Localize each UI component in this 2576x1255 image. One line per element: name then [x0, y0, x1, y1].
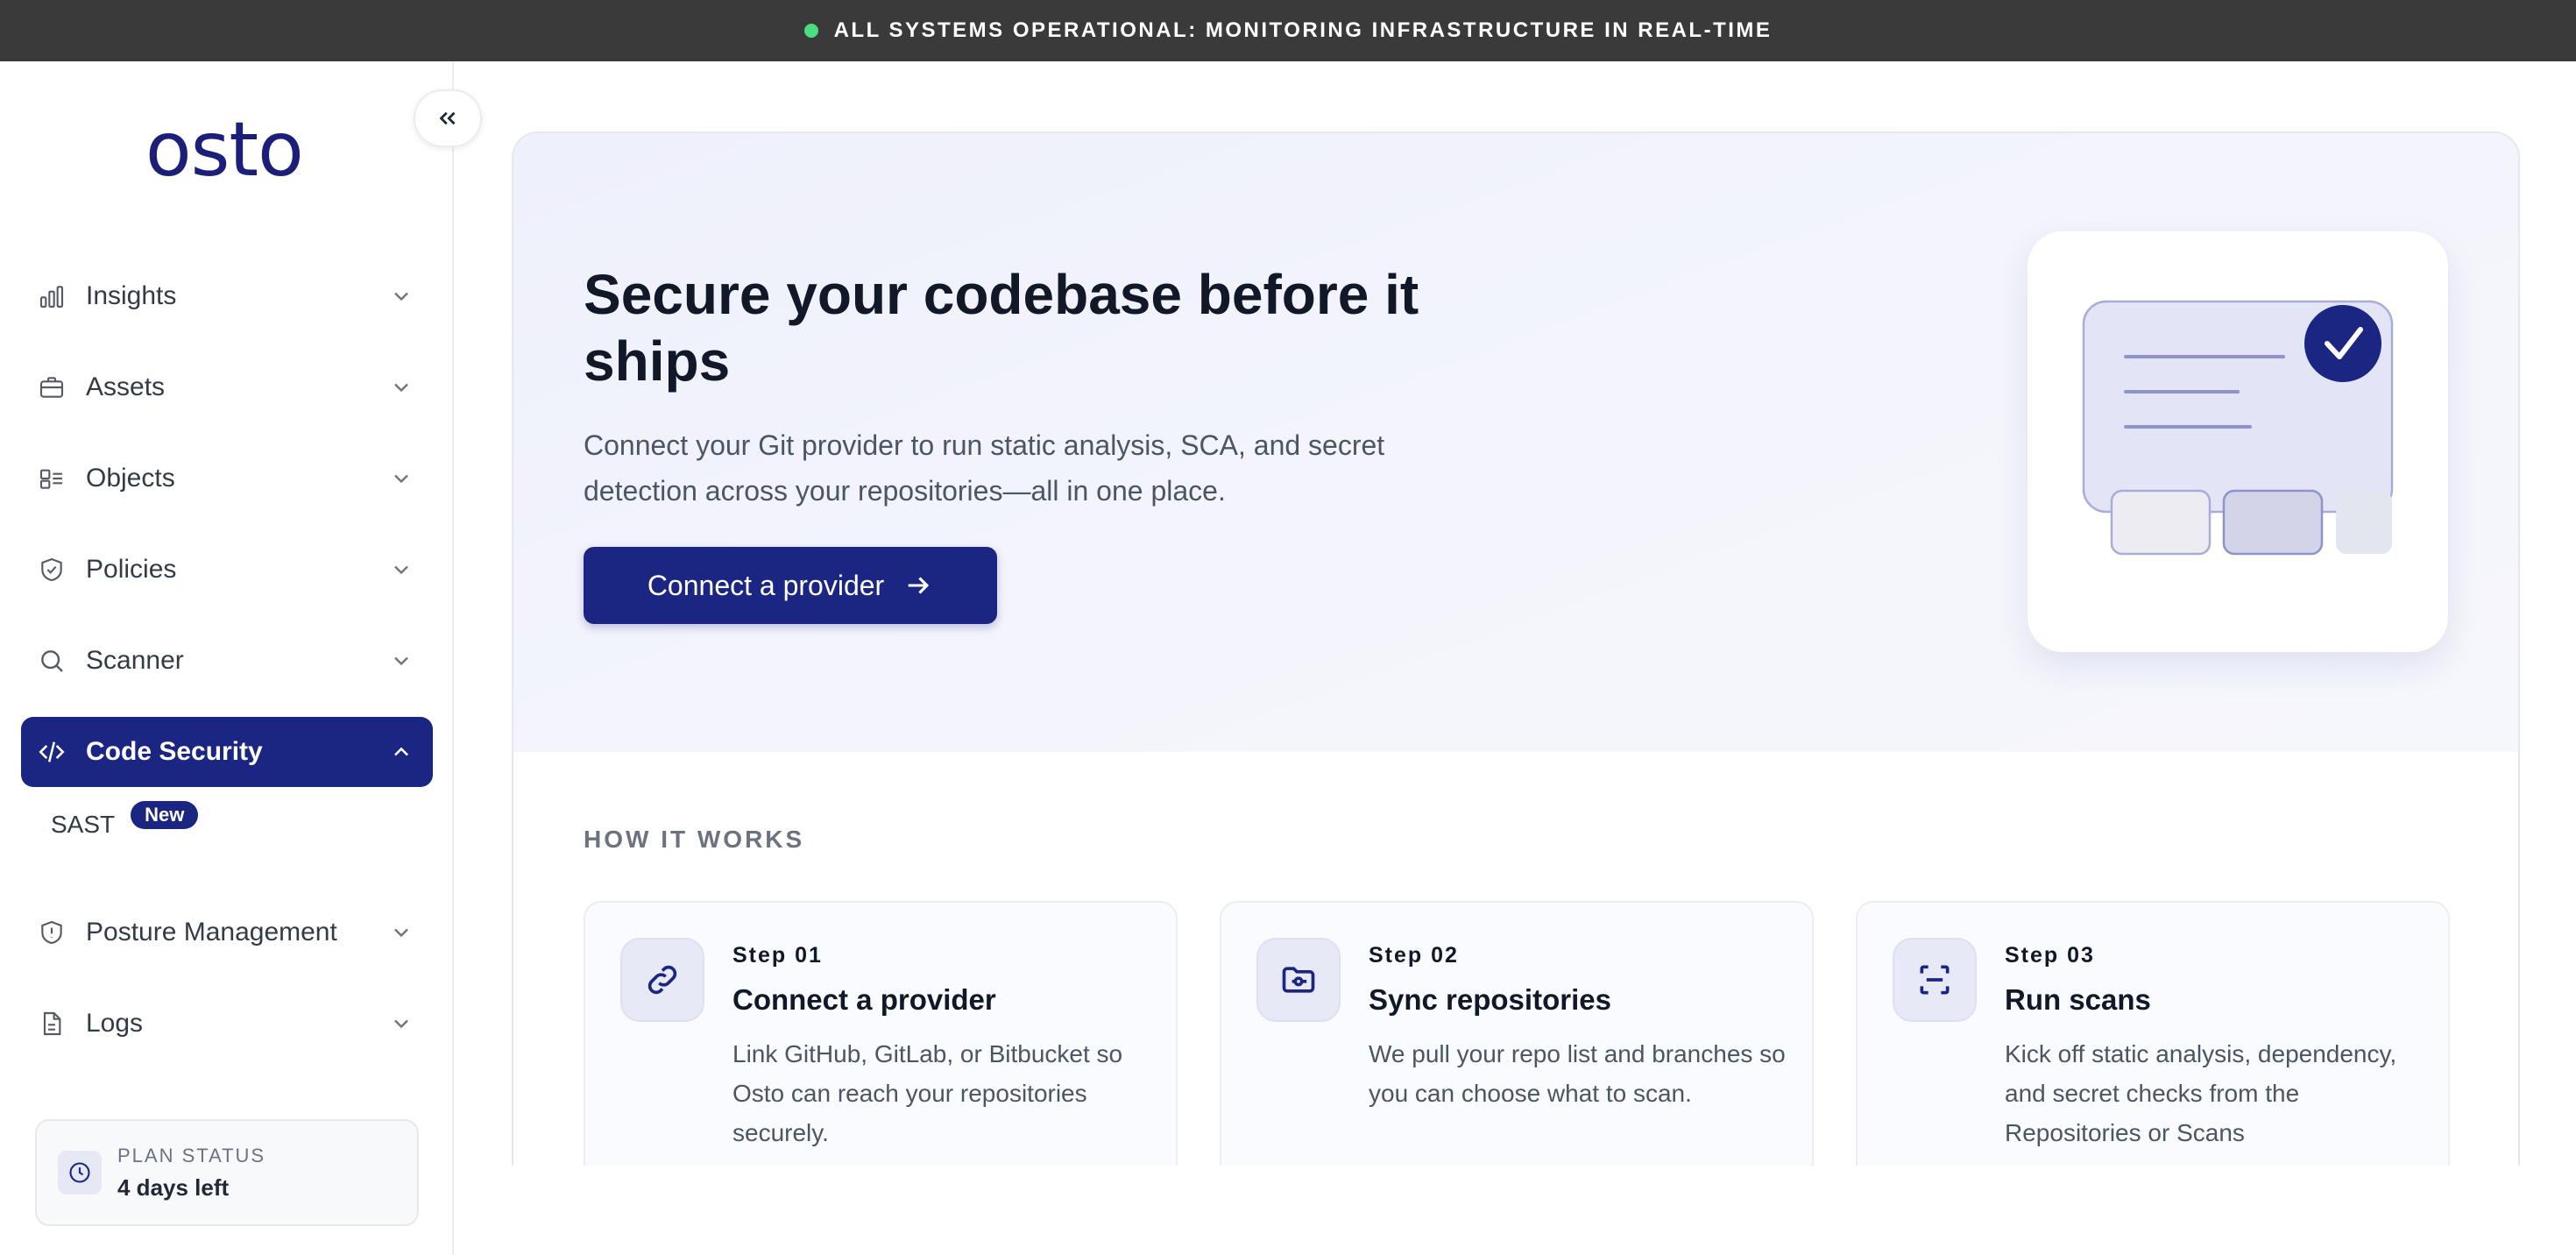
sidebar-item-label: Objects [86, 464, 175, 493]
button-label: Connect a provider [647, 569, 885, 601]
step-number: Step 03 [2005, 943, 2095, 968]
chevron-down-icon [394, 292, 408, 301]
chevrons-left-icon [439, 111, 456, 125]
plan-status-card[interactable]: PLAN STATUS 4 days left [35, 1119, 419, 1226]
sidebar-item-label: Logs [86, 1009, 144, 1038]
step-card-3: Step 03 Run scans Kick off static analys… [1856, 901, 2450, 1166]
hero-description: Connect your Git provider to run static … [584, 429, 1385, 507]
status-dot-icon [803, 24, 818, 38]
new-badge: New [131, 801, 199, 829]
sidebar-item-label: Assets [86, 372, 166, 401]
sidebar-item-posture-management[interactable]: Posture Management [21, 897, 433, 968]
sidebar: osto Insights Assets Objects Policies Sc… [0, 61, 454, 1255]
sidebar-item-policies[interactable]: Policies [21, 535, 433, 605]
arrow-right-icon [908, 577, 930, 594]
folder-icon [1256, 938, 1341, 1022]
document-check-illustration [2082, 300, 2394, 556]
collapse-sidebar-button[interactable] [414, 89, 482, 147]
how-it-works-heading: HOW IT WORKS [584, 826, 805, 853]
sidebar-item-code-security[interactable]: Code Security [21, 717, 433, 787]
chevron-down-icon [394, 656, 408, 666]
chevron-down-icon [394, 383, 408, 393]
sidebar-subitem-sast[interactable]: SAST New [21, 798, 433, 852]
sidebar-item-logs[interactable]: Logs [21, 989, 433, 1059]
file-icon [37, 1009, 67, 1039]
link-icon [620, 938, 704, 1022]
main-content: Secure your codebase before it ships Con… [512, 131, 2520, 1166]
hero-section: Secure your codebase before it ships Con… [513, 133, 2518, 752]
status-banner-text: ALL SYSTEMS OPERATIONAL: MONITORING INFR… [833, 18, 1773, 42]
sidebar-item-label: Code Security [86, 737, 263, 766]
sidebar-item-label: Insights [86, 281, 177, 310]
bar-chart-icon [37, 281, 67, 311]
chevron-down-icon [394, 474, 408, 484]
plan-status-text: PLAN STATUS 4 days left [117, 1145, 265, 1202]
plan-status-title: PLAN STATUS [117, 1144, 266, 1166]
shield-check-icon [37, 555, 67, 585]
step-number: Step 01 [732, 943, 823, 968]
step-number: Step 02 [1369, 943, 1459, 968]
code-icon [37, 737, 67, 767]
step-card-2: Step 02 Sync repositories We pull your r… [1220, 901, 1814, 1166]
sidebar-subitem-label: SAST [51, 811, 116, 838]
scan-icon [1893, 938, 1977, 1022]
step-description: We pull your repo list and branches so y… [1369, 1040, 1786, 1107]
chevron-down-icon [394, 1019, 408, 1029]
sidebar-item-label: Policies [86, 555, 177, 584]
sidebar-item-label: Scanner [86, 646, 184, 675]
sidebar-item-label: Posture Management [86, 918, 337, 947]
status-banner: ALL SYSTEMS OPERATIONAL: MONITORING INFR… [0, 0, 2576, 61]
step-description: Link GitHub, GitLab, or Bitbucket so Ost… [732, 1040, 1123, 1146]
sidebar-nav: Insights Assets Objects Policies Scanner… [21, 261, 433, 1080]
step-description: Kick off static analysis, dependency, an… [2005, 1040, 2397, 1146]
steps-list: Step 01 Connect a provider Link GitHub, … [584, 901, 2450, 1166]
step-card-1: Step 01 Connect a provider Link GitHub, … [584, 901, 1178, 1166]
objects-icon [37, 464, 67, 493]
shield-alert-icon [37, 918, 67, 947]
sidebar-item-scanner[interactable]: Scanner [21, 626, 433, 696]
sidebar-item-insights[interactable]: Insights [21, 261, 433, 331]
step-title: Connect a provider [732, 983, 996, 1016]
plan-status-value: 4 days left [117, 1173, 230, 1201]
chevron-down-icon [394, 565, 408, 575]
briefcase-icon [37, 372, 67, 402]
hero-illustration [2028, 231, 2448, 652]
sidebar-item-assets[interactable]: Assets [21, 352, 433, 422]
clock-icon [58, 1151, 102, 1195]
step-title: Sync repositories [1369, 983, 1611, 1016]
logo[interactable]: osto [145, 112, 304, 188]
connect-provider-button[interactable]: Connect a provider [584, 547, 997, 624]
chevron-down-icon [394, 928, 408, 938]
search-icon [37, 646, 67, 676]
chevron-up-icon [394, 747, 408, 756]
hero-title: Secure your codebase before it ships [584, 263, 1419, 393]
step-title: Run scans [2005, 983, 2151, 1016]
sidebar-item-objects[interactable]: Objects [21, 443, 433, 514]
